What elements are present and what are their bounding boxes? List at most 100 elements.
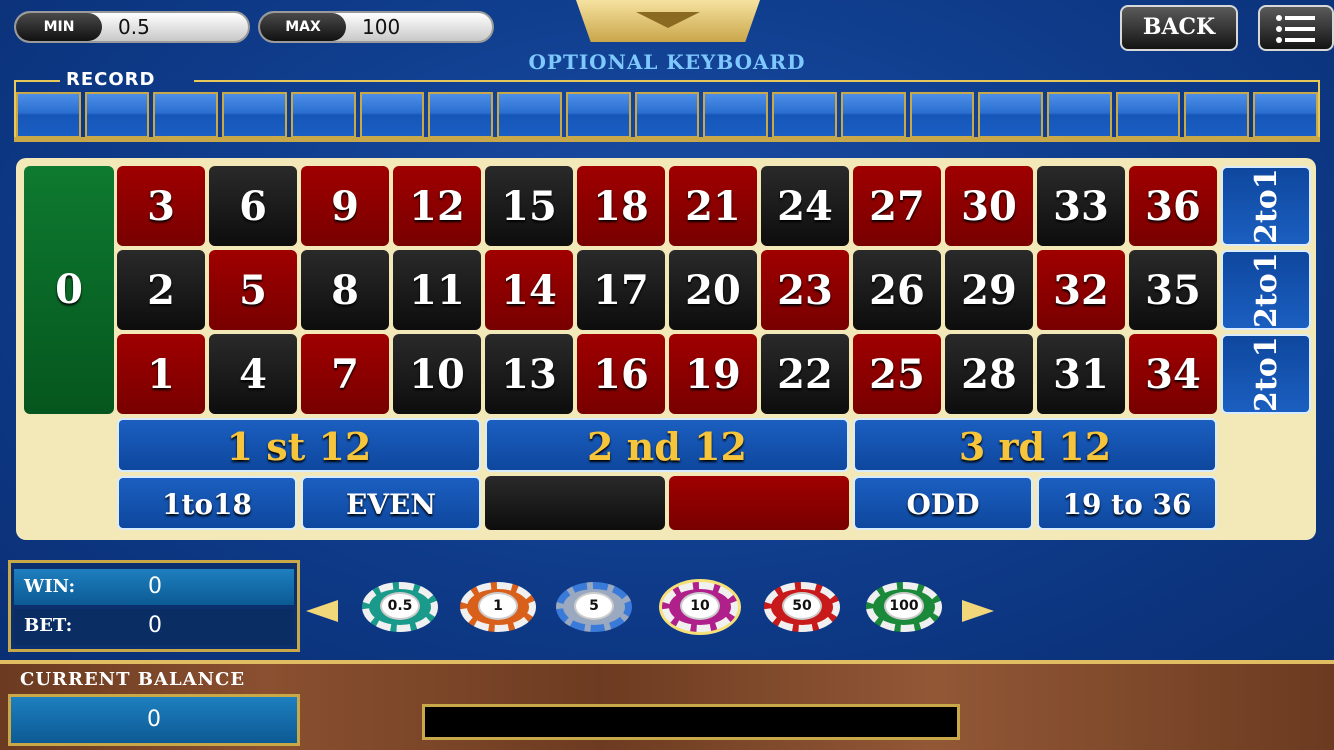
dozen-bet-2[interactable]: 2 nd 12	[485, 418, 849, 472]
record-cell	[565, 92, 631, 138]
chip-10[interactable]: 10	[662, 580, 742, 636]
chip-5[interactable]: 5	[556, 580, 636, 636]
bet-even[interactable]: EVEN	[301, 476, 481, 530]
record-cell	[359, 92, 425, 138]
record-cell	[16, 92, 81, 138]
record-cell	[153, 92, 219, 138]
number-10[interactable]: 10	[393, 334, 481, 414]
number-15[interactable]: 15	[485, 166, 573, 246]
number-22[interactable]: 22	[761, 334, 849, 414]
max-limit: MAX 100	[258, 11, 494, 43]
win-bet-panel: WIN: 0 BET: 0	[8, 560, 300, 652]
max-value: 100	[362, 15, 401, 39]
number-17[interactable]: 17	[577, 250, 665, 330]
number-33[interactable]: 33	[1037, 166, 1125, 246]
chevron-down-icon	[636, 12, 700, 28]
record-cell	[222, 92, 287, 138]
optional-keyboard-label: OPTIONAL KEYBOARD	[528, 50, 806, 74]
number-1[interactable]: 1	[117, 334, 205, 414]
current-balance-label: CURRENT BALANCE	[20, 669, 246, 690]
number-27[interactable]: 27	[853, 166, 941, 246]
chip-1[interactable]: 1	[460, 580, 540, 636]
bet-19to36[interactable]: 19 to 36	[1037, 476, 1217, 530]
number-36[interactable]: 36	[1129, 166, 1217, 246]
chip-value: 50	[782, 592, 822, 620]
record-cell	[290, 92, 356, 138]
record-cell	[1253, 92, 1318, 138]
chip-value: 100	[884, 592, 924, 620]
number-21[interactable]: 21	[669, 166, 757, 246]
number-29[interactable]: 29	[945, 250, 1033, 330]
column-bet-1[interactable]: 2to1	[1221, 166, 1311, 246]
number-18[interactable]: 18	[577, 166, 665, 246]
menu-button[interactable]	[1258, 5, 1334, 51]
record-cell	[909, 92, 975, 138]
chip-value: 10	[680, 592, 720, 620]
column-bet-2[interactable]: 2to1	[1221, 250, 1311, 330]
chip-scroll-right-arrow-icon[interactable]	[962, 600, 994, 622]
number-19[interactable]: 19	[669, 334, 757, 414]
bet-odd[interactable]: ODD	[853, 476, 1033, 530]
number-28[interactable]: 28	[945, 334, 1033, 414]
record-strip	[16, 92, 1318, 138]
number-3[interactable]: 3	[117, 166, 205, 246]
message-bar	[422, 704, 960, 740]
menu-icon	[1276, 15, 1315, 43]
chip-50[interactable]: 50	[764, 580, 844, 636]
number-25[interactable]: 25	[853, 334, 941, 414]
number-5[interactable]: 5	[209, 250, 297, 330]
record-cell	[634, 92, 700, 138]
current-balance-value: 0	[8, 694, 300, 746]
wood-rail-trim	[0, 660, 1334, 664]
number-4[interactable]: 4	[209, 334, 297, 414]
record-cell	[428, 92, 494, 138]
number-32[interactable]: 32	[1037, 250, 1125, 330]
chip-0.5[interactable]: 0.5	[362, 580, 442, 636]
win-value: 0	[148, 574, 162, 599]
record-cell	[1115, 92, 1181, 138]
record-cell	[840, 92, 906, 138]
number-14[interactable]: 14	[485, 250, 573, 330]
chip-scroll-left-arrow-icon[interactable]	[306, 600, 338, 622]
chip-100[interactable]: 100	[866, 580, 946, 636]
record-cell	[497, 92, 562, 138]
number-9[interactable]: 9	[301, 166, 389, 246]
number-26[interactable]: 26	[853, 250, 941, 330]
number-6[interactable]: 6	[209, 166, 297, 246]
number-8[interactable]: 8	[301, 250, 389, 330]
back-button[interactable]: BACK	[1120, 5, 1238, 51]
number-13[interactable]: 13	[485, 334, 573, 414]
column-bet-3[interactable]: 2to1	[1221, 334, 1311, 414]
number-16[interactable]: 16	[577, 334, 665, 414]
number-zero[interactable]: 0	[24, 166, 114, 414]
number-24[interactable]: 24	[761, 166, 849, 246]
dozen-bet-3[interactable]: 3 rd 12	[853, 418, 1217, 472]
min-limit: MIN 0.5	[14, 11, 250, 43]
record-cell	[703, 92, 769, 138]
record-title: RECORD	[66, 69, 156, 90]
record-cell	[1184, 92, 1250, 138]
number-12[interactable]: 12	[393, 166, 481, 246]
number-11[interactable]: 11	[393, 250, 481, 330]
number-20[interactable]: 20	[669, 250, 757, 330]
chip-value: 5	[574, 592, 614, 620]
dozen-bet-1[interactable]: 1 st 12	[117, 418, 481, 472]
number-35[interactable]: 35	[1129, 250, 1217, 330]
number-30[interactable]: 30	[945, 166, 1033, 246]
number-34[interactable]: 34	[1129, 334, 1217, 414]
number-31[interactable]: 31	[1037, 334, 1125, 414]
record-base	[14, 137, 1320, 142]
bet-black[interactable]	[485, 476, 665, 530]
number-23[interactable]: 23	[761, 250, 849, 330]
win-row: WIN: 0	[14, 569, 294, 605]
number-2[interactable]: 2	[117, 250, 205, 330]
bet-1to18[interactable]: 1to18	[117, 476, 297, 530]
record-cell	[978, 92, 1044, 138]
bet-row: BET: 0	[14, 609, 294, 645]
record-cell	[772, 92, 837, 138]
keyboard-toggle-button[interactable]	[576, 0, 760, 42]
number-7[interactable]: 7	[301, 334, 389, 414]
record-cell	[84, 92, 150, 138]
bet-red[interactable]	[669, 476, 849, 530]
chip-value: 0.5	[380, 592, 420, 620]
